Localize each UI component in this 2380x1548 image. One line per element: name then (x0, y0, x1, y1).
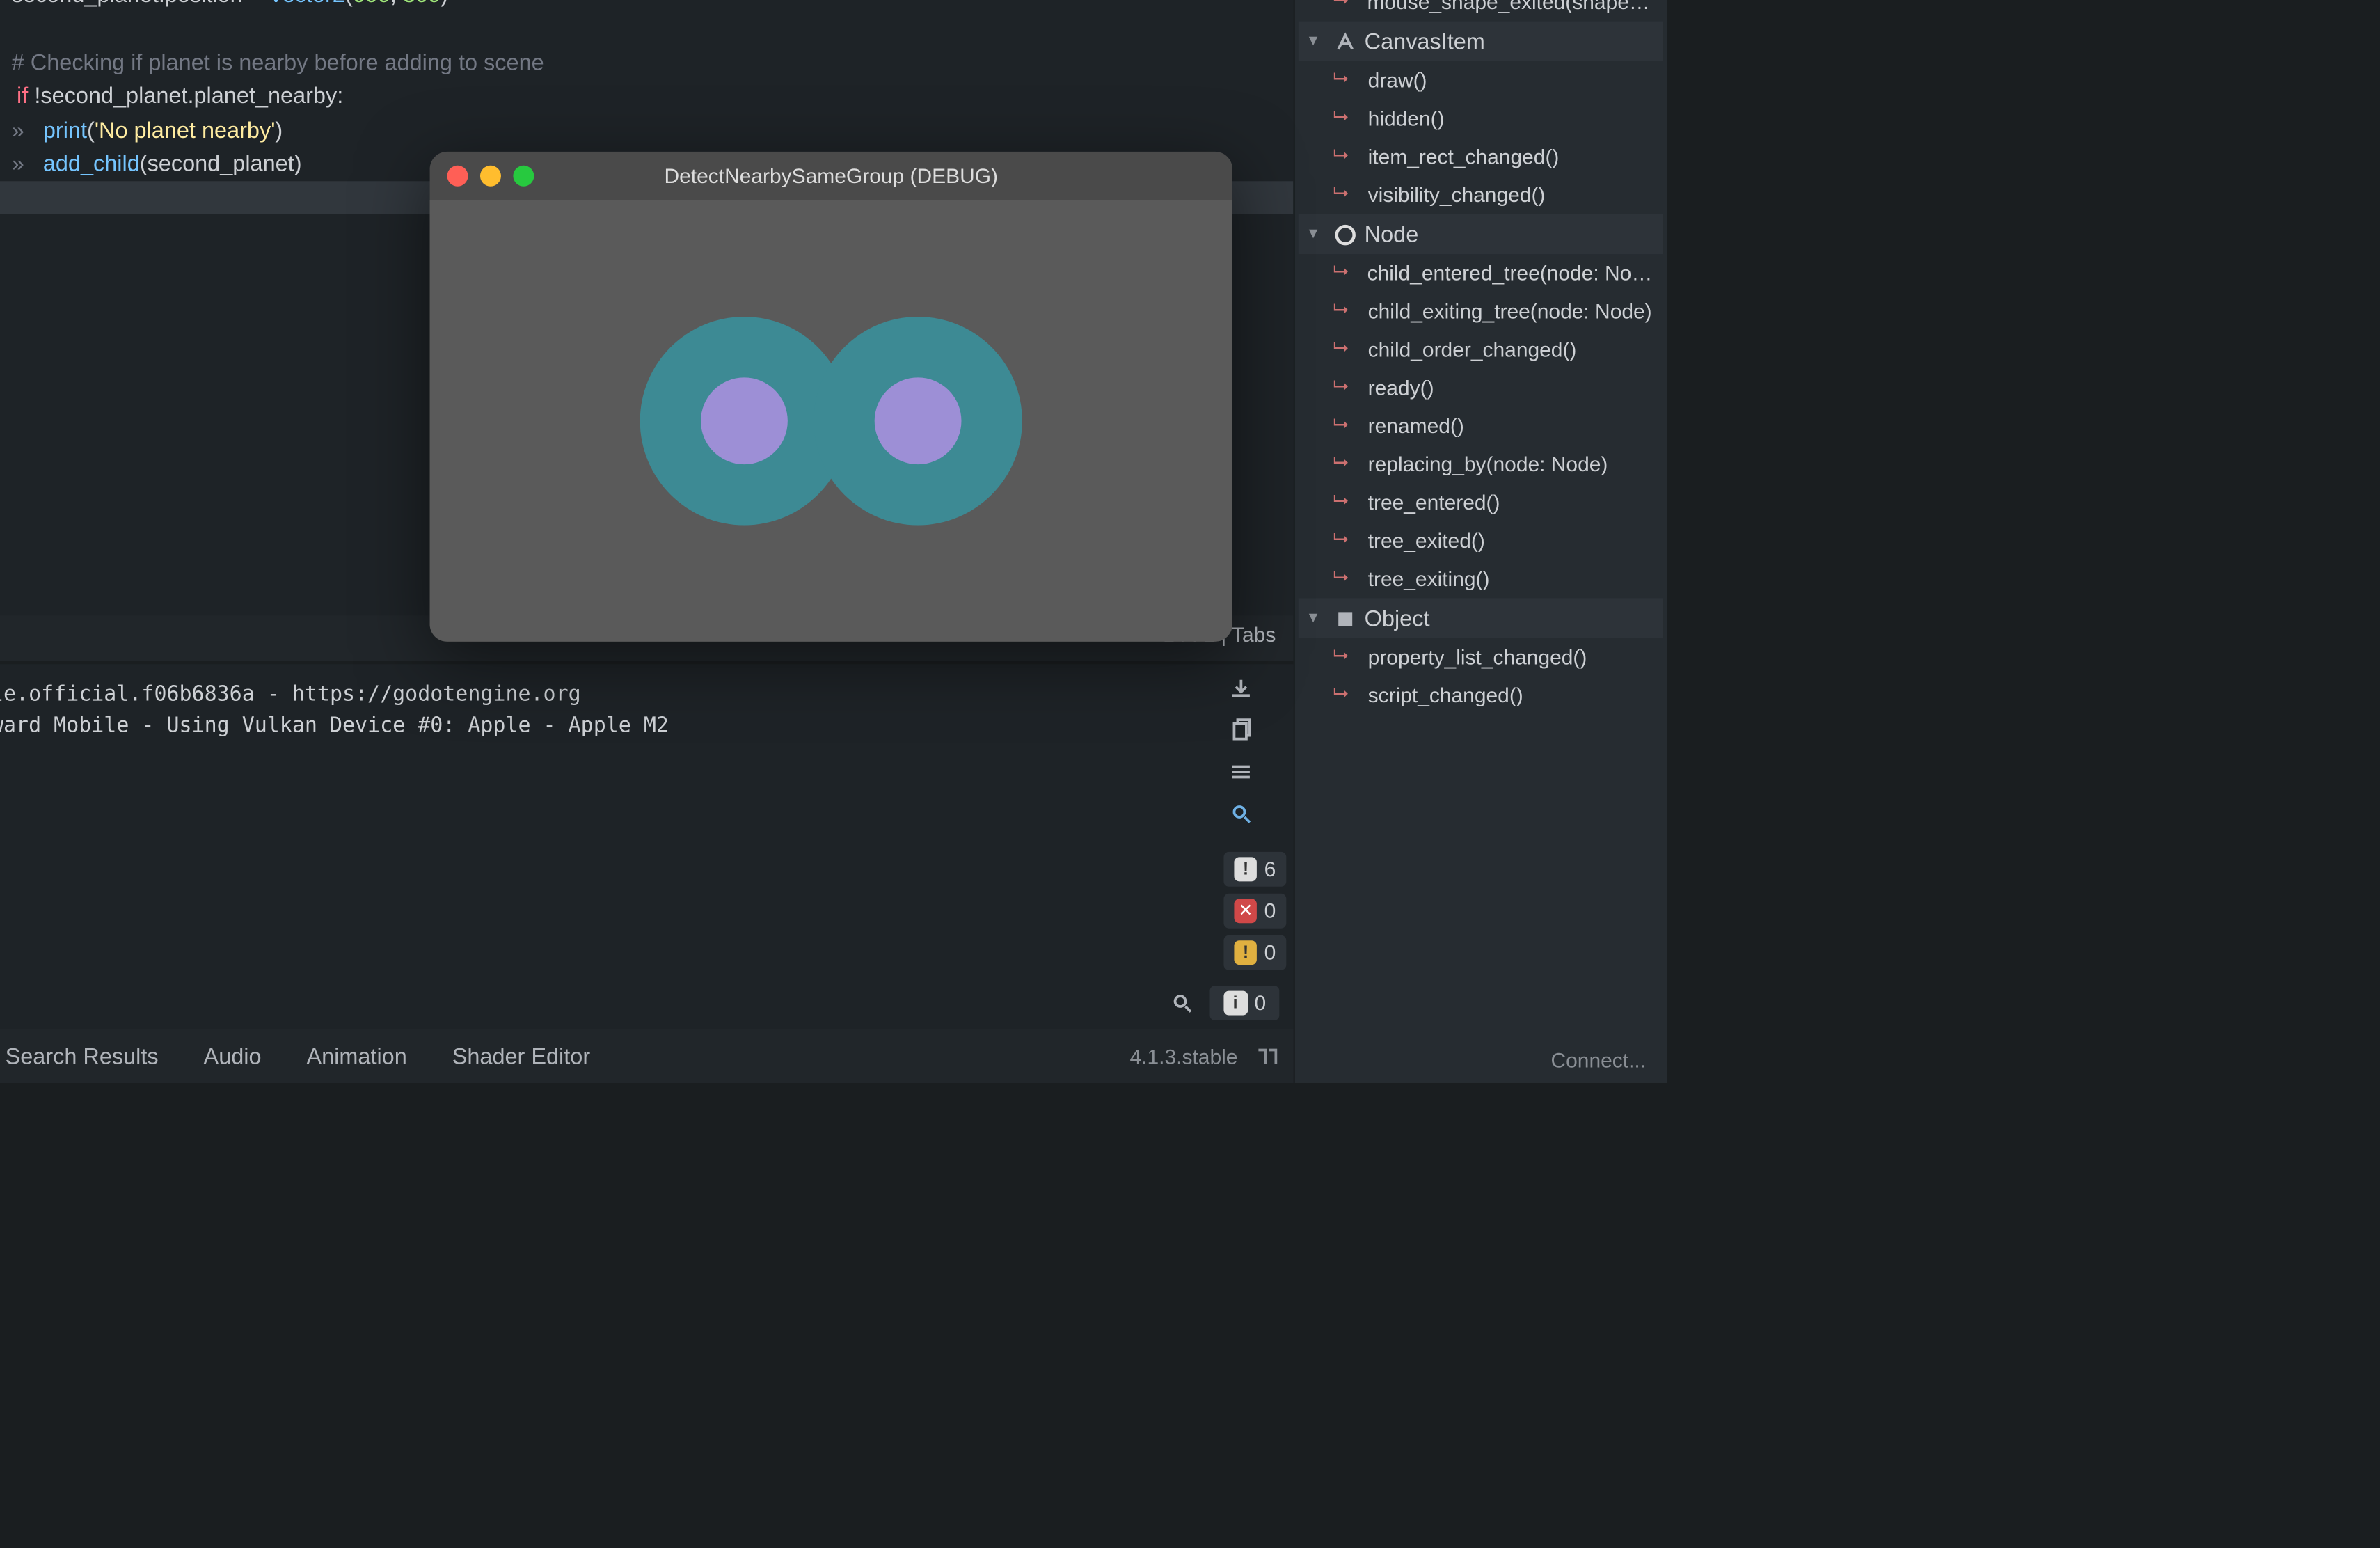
output-search-icon[interactable] (1223, 796, 1258, 831)
signal-item[interactable]: ⮡child_exiting_tree(node: Node) (1299, 292, 1663, 331)
signal-item[interactable]: ⮡child_entered_tree(node: Node) (1299, 254, 1663, 292)
signal-category-object[interactable]: ▾Object (1299, 598, 1663, 638)
planet-2 (814, 317, 1022, 526)
maximize-icon[interactable] (513, 166, 534, 187)
connect-link[interactable]: Connect... (1551, 1048, 1647, 1073)
output-copy-icon[interactable] (1223, 713, 1258, 748)
signal-item[interactable]: ⮡tree_exiting() (1299, 560, 1663, 598)
signal-item[interactable]: ⮡draw() (1299, 61, 1663, 100)
info-count-badge[interactable]: !6 (1223, 852, 1286, 887)
signal-category-canvas[interactable]: ▾CanvasItem (1299, 22, 1663, 61)
debug-game-window[interactable]: DetectNearbySameGroup (DEBUG) (430, 152, 1232, 642)
tab-shader[interactable]: Shader Editor (442, 1036, 601, 1075)
signal-item[interactable]: ⮡tree_exited() (1299, 522, 1663, 560)
output-download-icon[interactable] (1223, 671, 1258, 706)
close-icon[interactable] (447, 166, 468, 187)
signal-item[interactable]: ⮡item_rect_changed() (1299, 138, 1663, 176)
tab-search-results[interactable]: Search Results (0, 1036, 169, 1075)
game-viewport[interactable] (430, 200, 1232, 642)
tab-animation[interactable]: Animation (296, 1036, 417, 1075)
version-label[interactable]: 4.1.3.stable (1130, 1044, 1238, 1068)
warning-count-badge[interactable]: !0 (1223, 935, 1286, 970)
signal-item[interactable]: ⮡mouse_shape_exited(shape_i... (1299, 0, 1663, 22)
signal-item[interactable]: ⮡visibility_changed() (1299, 176, 1663, 214)
output-collapse-icon[interactable] (1223, 755, 1258, 789)
msg-count-badge[interactable]: i0 (1209, 986, 1279, 1020)
minimize-icon[interactable] (480, 166, 501, 187)
signal-item[interactable]: ⮡ready() (1299, 369, 1663, 407)
output-log[interactable]: Godot Engine v4.1.3.stable.official.f06b… (0, 664, 1216, 977)
layout-icon[interactable] (1255, 1045, 1279, 1066)
debug-title: DetectNearbySameGroup (DEBUG) (665, 164, 999, 188)
error-count-badge[interactable]: ✕0 (1223, 894, 1286, 929)
signal-item[interactable]: ⮡renamed() (1299, 407, 1663, 445)
tab-audio[interactable]: Audio (193, 1036, 272, 1075)
signal-item[interactable]: ⮡tree_entered() (1299, 484, 1663, 522)
signal-item[interactable]: ⮡property_list_changed() (1299, 638, 1663, 677)
signal-category-node[interactable]: ▾Node (1299, 214, 1663, 254)
signal-item[interactable]: ⮡replacing_by(node: Node) (1299, 445, 1663, 484)
signal-item[interactable]: ⮡child_order_changed() (1299, 331, 1663, 369)
signal-item[interactable]: ⮡hidden() (1299, 100, 1663, 138)
signal-item[interactable]: ⮡script_changed() (1299, 677, 1663, 715)
filter-messages-input[interactable] (0, 984, 1155, 1022)
search-icon[interactable] (1165, 986, 1200, 1020)
